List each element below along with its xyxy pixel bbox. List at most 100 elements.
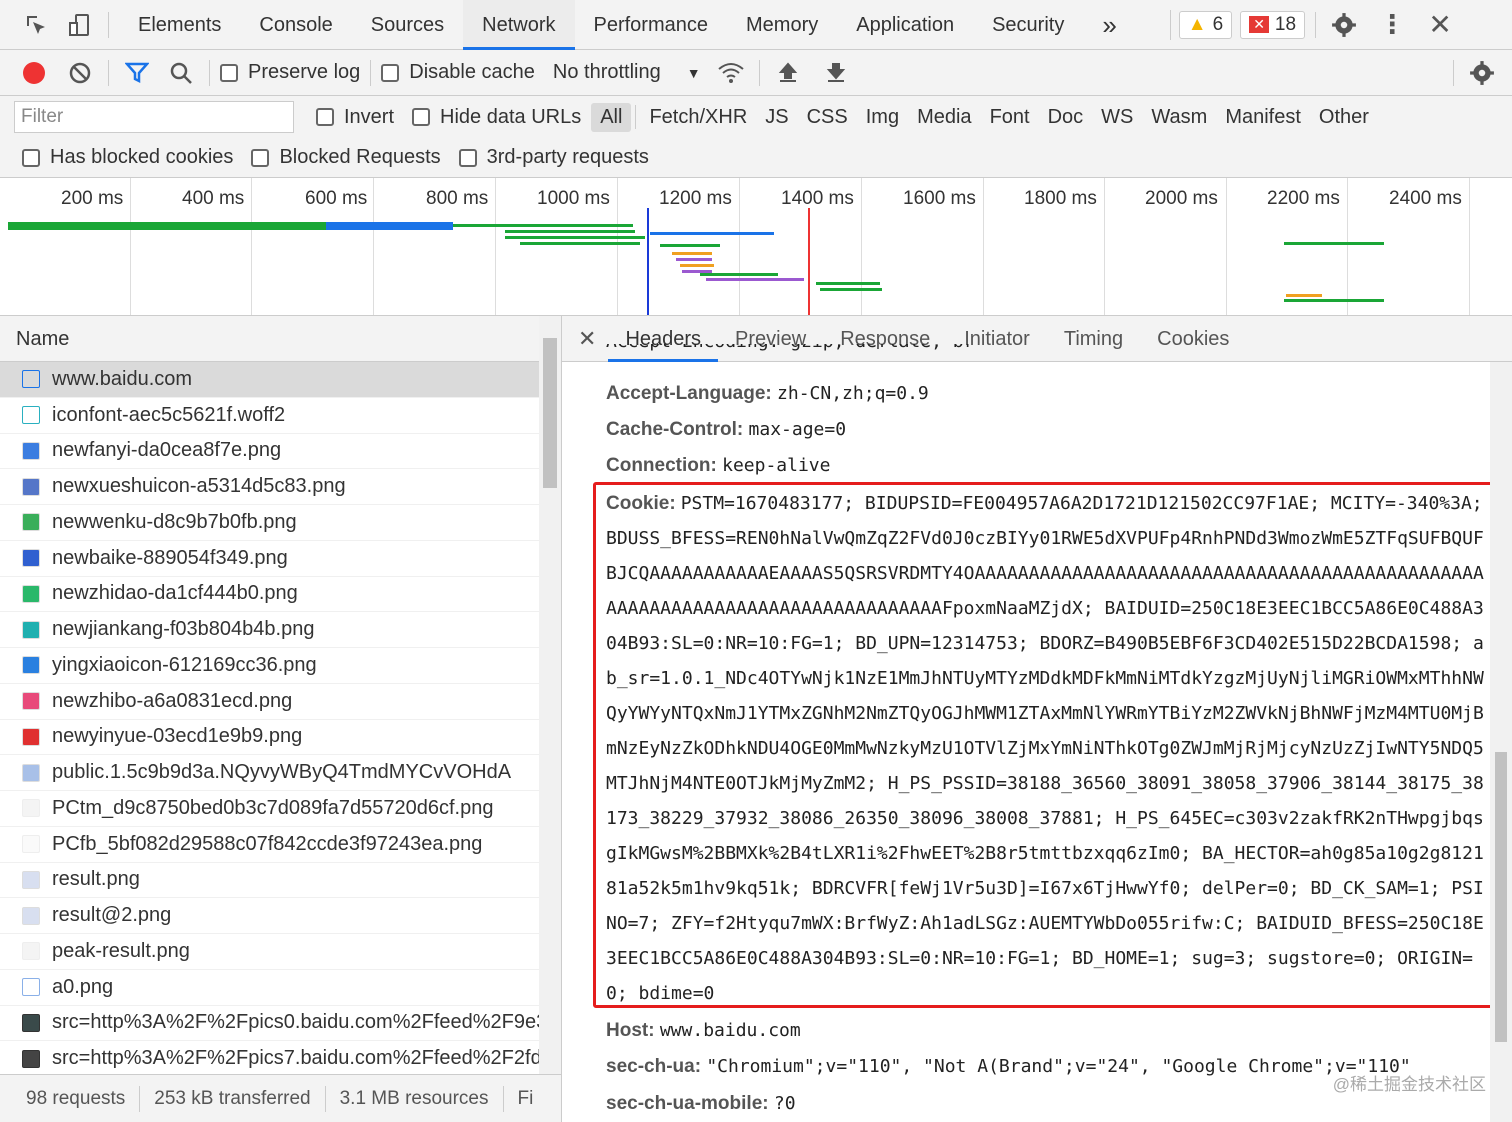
request-row[interactable]: newzhibo-a6a0831ecd.png [0, 684, 561, 720]
tab-performance[interactable]: Performance [575, 0, 728, 50]
type-filter-doc[interactable]: Doc [1039, 103, 1093, 132]
request-row[interactable]: newfanyi-da0cea8f7e.png [0, 434, 561, 470]
warnings-badge[interactable]: ▲ 6 [1178, 10, 1233, 39]
header-row: Host: www.baidu.com [606, 1020, 801, 1041]
image-thumbnail-icon [22, 692, 40, 711]
has-blocked-cookies-checkbox[interactable]: Has blocked cookies [22, 146, 233, 169]
search-icon[interactable] [163, 55, 199, 91]
tab-application[interactable]: Application [837, 0, 973, 50]
timeline-bar [1284, 299, 1384, 302]
detail-scrollbar[interactable] [1490, 362, 1512, 1122]
timeline-bar [820, 288, 882, 291]
filter-bar: Filter Invert Hide data URLs All Fetch/X… [0, 96, 1512, 138]
request-row[interactable]: PCtm_d9c8750bed0b3c7d089fa7d55720d6cf.pn… [0, 791, 561, 827]
blocked-requests-checkbox[interactable]: Blocked Requests [251, 146, 441, 169]
watermark: @稀土掘金技术社区 [1332, 1075, 1486, 1094]
request-row[interactable]: result.png [0, 863, 561, 899]
request-row[interactable]: newwenku-d8c9b7b0fb.png [0, 505, 561, 541]
image-thumbnail-icon [22, 549, 40, 568]
type-filter-all[interactable]: All [591, 102, 632, 132]
hide-data-urls-checkbox[interactable]: Hide data URLs [412, 106, 581, 129]
timeline-bar [505, 236, 645, 239]
network-conditions-icon[interactable] [713, 55, 749, 91]
tab-timing[interactable]: Timing [1047, 316, 1140, 362]
third-party-requests-checkbox[interactable]: 3rd-party requests [458, 146, 649, 169]
tab-network[interactable]: Network [463, 0, 575, 50]
request-row[interactable]: yingxiaoicon-612169cc36.png [0, 648, 561, 684]
tab-sources[interactable]: Sources [352, 0, 463, 50]
type-filter-js[interactable]: JS [756, 103, 797, 132]
settings-gear-icon[interactable] [1326, 7, 1362, 43]
import-har-icon[interactable] [770, 55, 806, 91]
request-row[interactable]: newyinyue-03ecd1e9b9.png [0, 720, 561, 756]
timeline-bar [8, 222, 326, 230]
tab-console[interactable]: Console [240, 0, 351, 50]
preserve-log-checkbox[interactable]: Preserve log [220, 61, 360, 84]
request-row[interactable]: peak-result.png [0, 934, 561, 970]
request-list: Name www.baidu.com iconfont-aec5c5621f.w… [0, 316, 562, 1074]
request-row[interactable]: www.baidu.com [0, 362, 561, 398]
disable-cache-checkbox[interactable]: Disable cache [381, 61, 535, 84]
timeline-tick-label: 1800 ms [1024, 188, 1097, 209]
device-toolbar-icon[interactable] [62, 7, 98, 43]
network-settings-gear-icon[interactable] [1464, 55, 1500, 91]
request-row[interactable]: newbaike-889054f349.png [0, 541, 561, 577]
type-filter-media[interactable]: Media [908, 103, 980, 132]
invert-checkbox[interactable]: Invert [316, 106, 394, 129]
filter-input[interactable]: Filter [14, 101, 294, 133]
type-filter-manifest[interactable]: Manifest [1216, 103, 1310, 132]
timeline-bar [672, 252, 712, 255]
image-thumbnail-icon [22, 620, 40, 639]
timeline-bar [680, 264, 714, 267]
clear-icon[interactable] [62, 55, 98, 91]
tab-security[interactable]: Security [973, 0, 1083, 50]
request-row[interactable]: newjiankang-f03b804b4b.png [0, 612, 561, 648]
timeline-bar [650, 232, 774, 235]
request-row[interactable]: result@2.png [0, 898, 561, 934]
domcontentloaded-marker [647, 208, 649, 315]
close-devtools-icon[interactable]: ✕ [1422, 7, 1458, 43]
error-icon: ✕ [1249, 16, 1269, 33]
inspect-element-icon[interactable] [18, 7, 54, 43]
type-filter-font[interactable]: Font [981, 103, 1039, 132]
throttling-select[interactable]: No throttling ▼ [553, 61, 701, 84]
export-har-icon[interactable] [818, 55, 854, 91]
type-filter-fetch-xhr[interactable]: Fetch/XHR [640, 103, 756, 132]
tab-elements[interactable]: Elements [119, 0, 240, 50]
scrollbar-thumb[interactable] [1495, 752, 1507, 1042]
filter-funnel-icon[interactable] [119, 55, 155, 91]
timeline-tick-label: 2400 ms [1389, 188, 1462, 209]
request-row[interactable]: src=http%3A%2F%2Fpics0.baidu.com%2Ffeed%… [0, 1006, 561, 1042]
request-list-scrollbar[interactable] [539, 316, 561, 1074]
type-filter-other[interactable]: Other [1310, 103, 1378, 132]
type-filter-ws[interactable]: WS [1092, 103, 1142, 132]
record-icon[interactable] [16, 55, 52, 91]
more-tabs-button[interactable]: » [1083, 0, 1135, 50]
cookie-header-row: Cookie: PSTM=1670483177; BIDUPSID=FE0049… [606, 493, 1484, 1004]
timeline-bar [1284, 242, 1384, 245]
network-overview-timeline[interactable]: 200 ms 400 ms 600 ms 800 ms 1000 ms 1200… [0, 178, 1512, 316]
request-row[interactable]: iconfont-aec5c5621f.woff2 [0, 398, 561, 434]
request-row[interactable]: a0.png [0, 970, 561, 1006]
type-filter-wasm[interactable]: Wasm [1142, 103, 1216, 132]
kebab-menu-icon[interactable]: ⋮ [1374, 7, 1410, 43]
request-row[interactable]: public.1.5c9b9d3a.NQyvyWByQ4TmdMYCvVOHdA [0, 755, 561, 791]
errors-badge[interactable]: ✕ 18 [1240, 10, 1306, 39]
name-column-header[interactable]: Name [0, 316, 561, 362]
tab-memory[interactable]: Memory [727, 0, 837, 50]
network-status-bar: 98 requests 253 kB transferred 3.1 MB re… [0, 1074, 562, 1122]
scrollbar-thumb[interactable] [543, 338, 557, 488]
request-row[interactable]: newxueshuicon-a5314d5c83.png [0, 469, 561, 505]
type-filter-css[interactable]: CSS [798, 103, 857, 132]
close-detail-icon[interactable]: ✕ [562, 326, 608, 352]
request-row[interactable]: PCfb_5bf082d29588c07f842ccde3f97243ea.pn… [0, 827, 561, 863]
tab-cookies[interactable]: Cookies [1140, 316, 1246, 362]
type-filter-img[interactable]: Img [857, 103, 908, 132]
timeline-tick-label: 200 ms [61, 188, 124, 209]
request-row[interactable]: newzhidao-da1cf444b0.png [0, 577, 561, 613]
request-row[interactable]: src=http%3A%2F%2Fpics7.baidu.com%2Ffeed%… [0, 1041, 561, 1074]
timeline-bar [1286, 294, 1322, 297]
network-toolbar: Preserve log Disable cache No throttling… [0, 50, 1512, 96]
timeline-gridline [861, 178, 862, 315]
image-thumbnail-icon [22, 1013, 40, 1032]
